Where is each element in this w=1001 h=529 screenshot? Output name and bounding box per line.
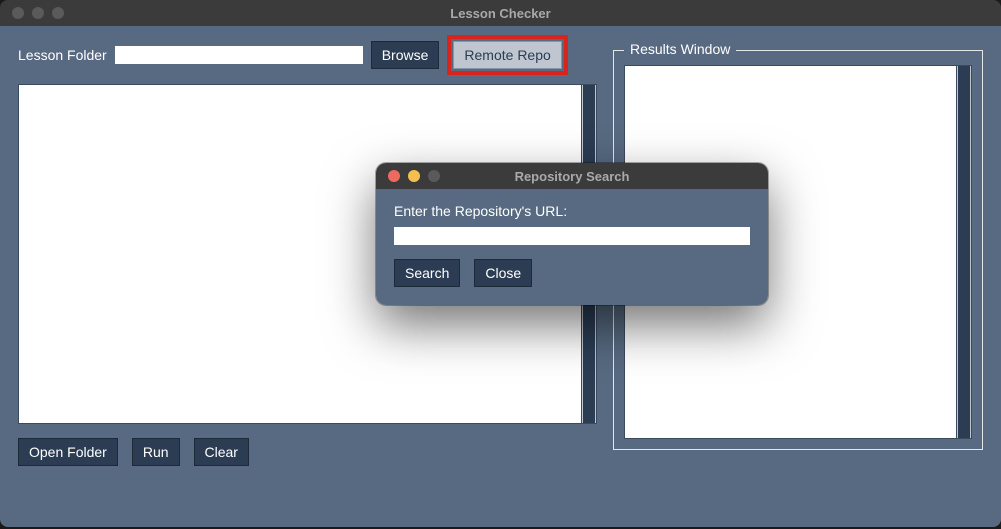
repository-url-input[interactable] <box>394 227 750 245</box>
main-traffic-lights <box>0 7 64 19</box>
results-scroll-thumb[interactable] <box>958 66 970 438</box>
open-folder-button[interactable]: Open Folder <box>18 438 118 466</box>
bottom-controls: Open Folder Run Clear <box>18 438 597 466</box>
remote-repo-button[interactable]: Remote Repo <box>453 41 561 69</box>
dialog-maximize-icon <box>428 170 440 182</box>
run-button[interactable]: Run <box>132 438 180 466</box>
close-button[interactable]: Close <box>474 259 532 287</box>
lesson-folder-label: Lesson Folder <box>18 47 107 63</box>
lesson-folder-input[interactable] <box>115 46 363 64</box>
dialog-body: Enter the Repository's URL: Search Close <box>376 189 768 305</box>
dialog-minimize-icon[interactable] <box>408 170 420 182</box>
repository-search-dialog: Repository Search Enter the Repository's… <box>376 163 768 305</box>
remote-repo-highlight: Remote Repo <box>447 35 567 75</box>
dialog-close-icon[interactable] <box>388 170 400 182</box>
dialog-titlebar[interactable]: Repository Search <box>376 163 768 189</box>
top-controls: Lesson Folder Browse Remote Repo <box>18 40 597 70</box>
maximize-icon[interactable] <box>52 7 64 19</box>
main-titlebar[interactable]: Lesson Checker <box>0 0 1001 26</box>
search-button[interactable]: Search <box>394 259 460 287</box>
browse-button[interactable]: Browse <box>371 41 440 69</box>
dialog-buttons: Search Close <box>394 259 750 287</box>
window-title: Lesson Checker <box>0 6 1001 21</box>
results-legend: Results Window <box>624 41 736 57</box>
dialog-prompt: Enter the Repository's URL: <box>394 203 750 219</box>
close-icon[interactable] <box>12 7 24 19</box>
minimize-icon[interactable] <box>32 7 44 19</box>
clear-button[interactable]: Clear <box>194 438 249 466</box>
dialog-traffic-lights <box>376 170 440 182</box>
results-scrollbar[interactable] <box>956 65 972 439</box>
